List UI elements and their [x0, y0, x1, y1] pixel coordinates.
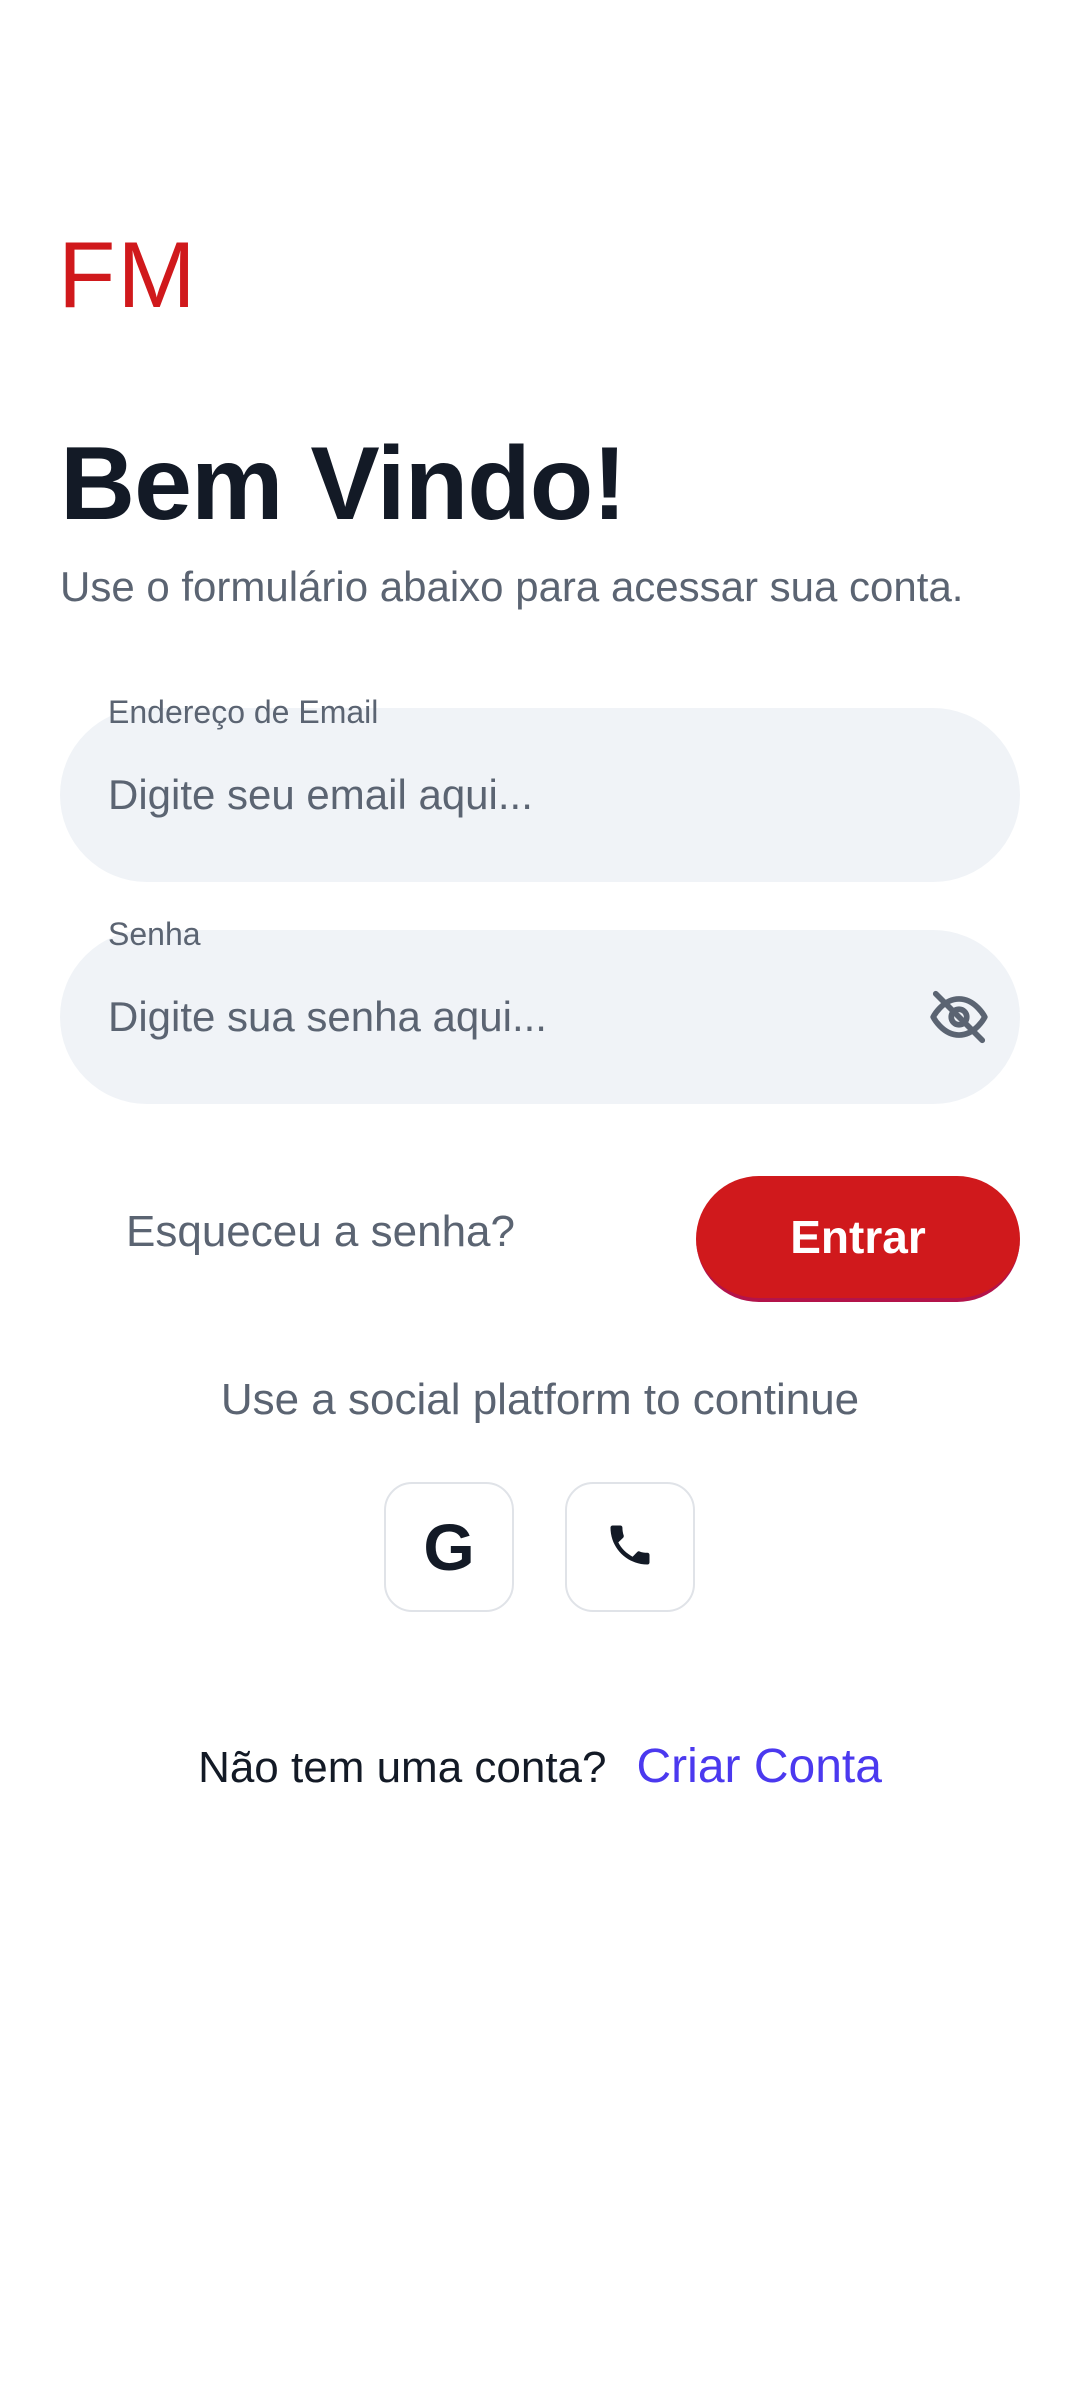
- login-button[interactable]: Entrar: [696, 1176, 1020, 1302]
- email-input[interactable]: [108, 708, 908, 882]
- app-logo: FM: [58, 222, 198, 327]
- email-label: Endereço de Email: [108, 694, 379, 730]
- create-account-link[interactable]: Criar Conta: [637, 1740, 882, 1793]
- eye-off-icon[interactable]: [924, 982, 994, 1052]
- social-login-prompt: Use a social platform to continue: [220, 1375, 860, 1424]
- password-label: Senha: [108, 916, 201, 952]
- signup-prompt: Não tem uma conta?: [198, 1743, 607, 1792]
- page-subtitle: Use o formulário abaixo para acessar sua…: [60, 563, 964, 610]
- password-field[interactable]: [60, 930, 1020, 1104]
- signup-row: Não tem uma conta? Criar Conta: [0, 1738, 1080, 1796]
- google-login-button[interactable]: G: [384, 1482, 514, 1612]
- email-field[interactable]: [60, 708, 1020, 882]
- page-title: Bem Vindo!: [60, 426, 627, 542]
- google-icon: G: [423, 1510, 475, 1584]
- password-input[interactable]: [108, 930, 908, 1104]
- phone-login-button[interactable]: [565, 1482, 695, 1612]
- forgot-password-link[interactable]: Esqueceu a senha?: [126, 1210, 515, 1254]
- phone-icon: [604, 1519, 656, 1576]
